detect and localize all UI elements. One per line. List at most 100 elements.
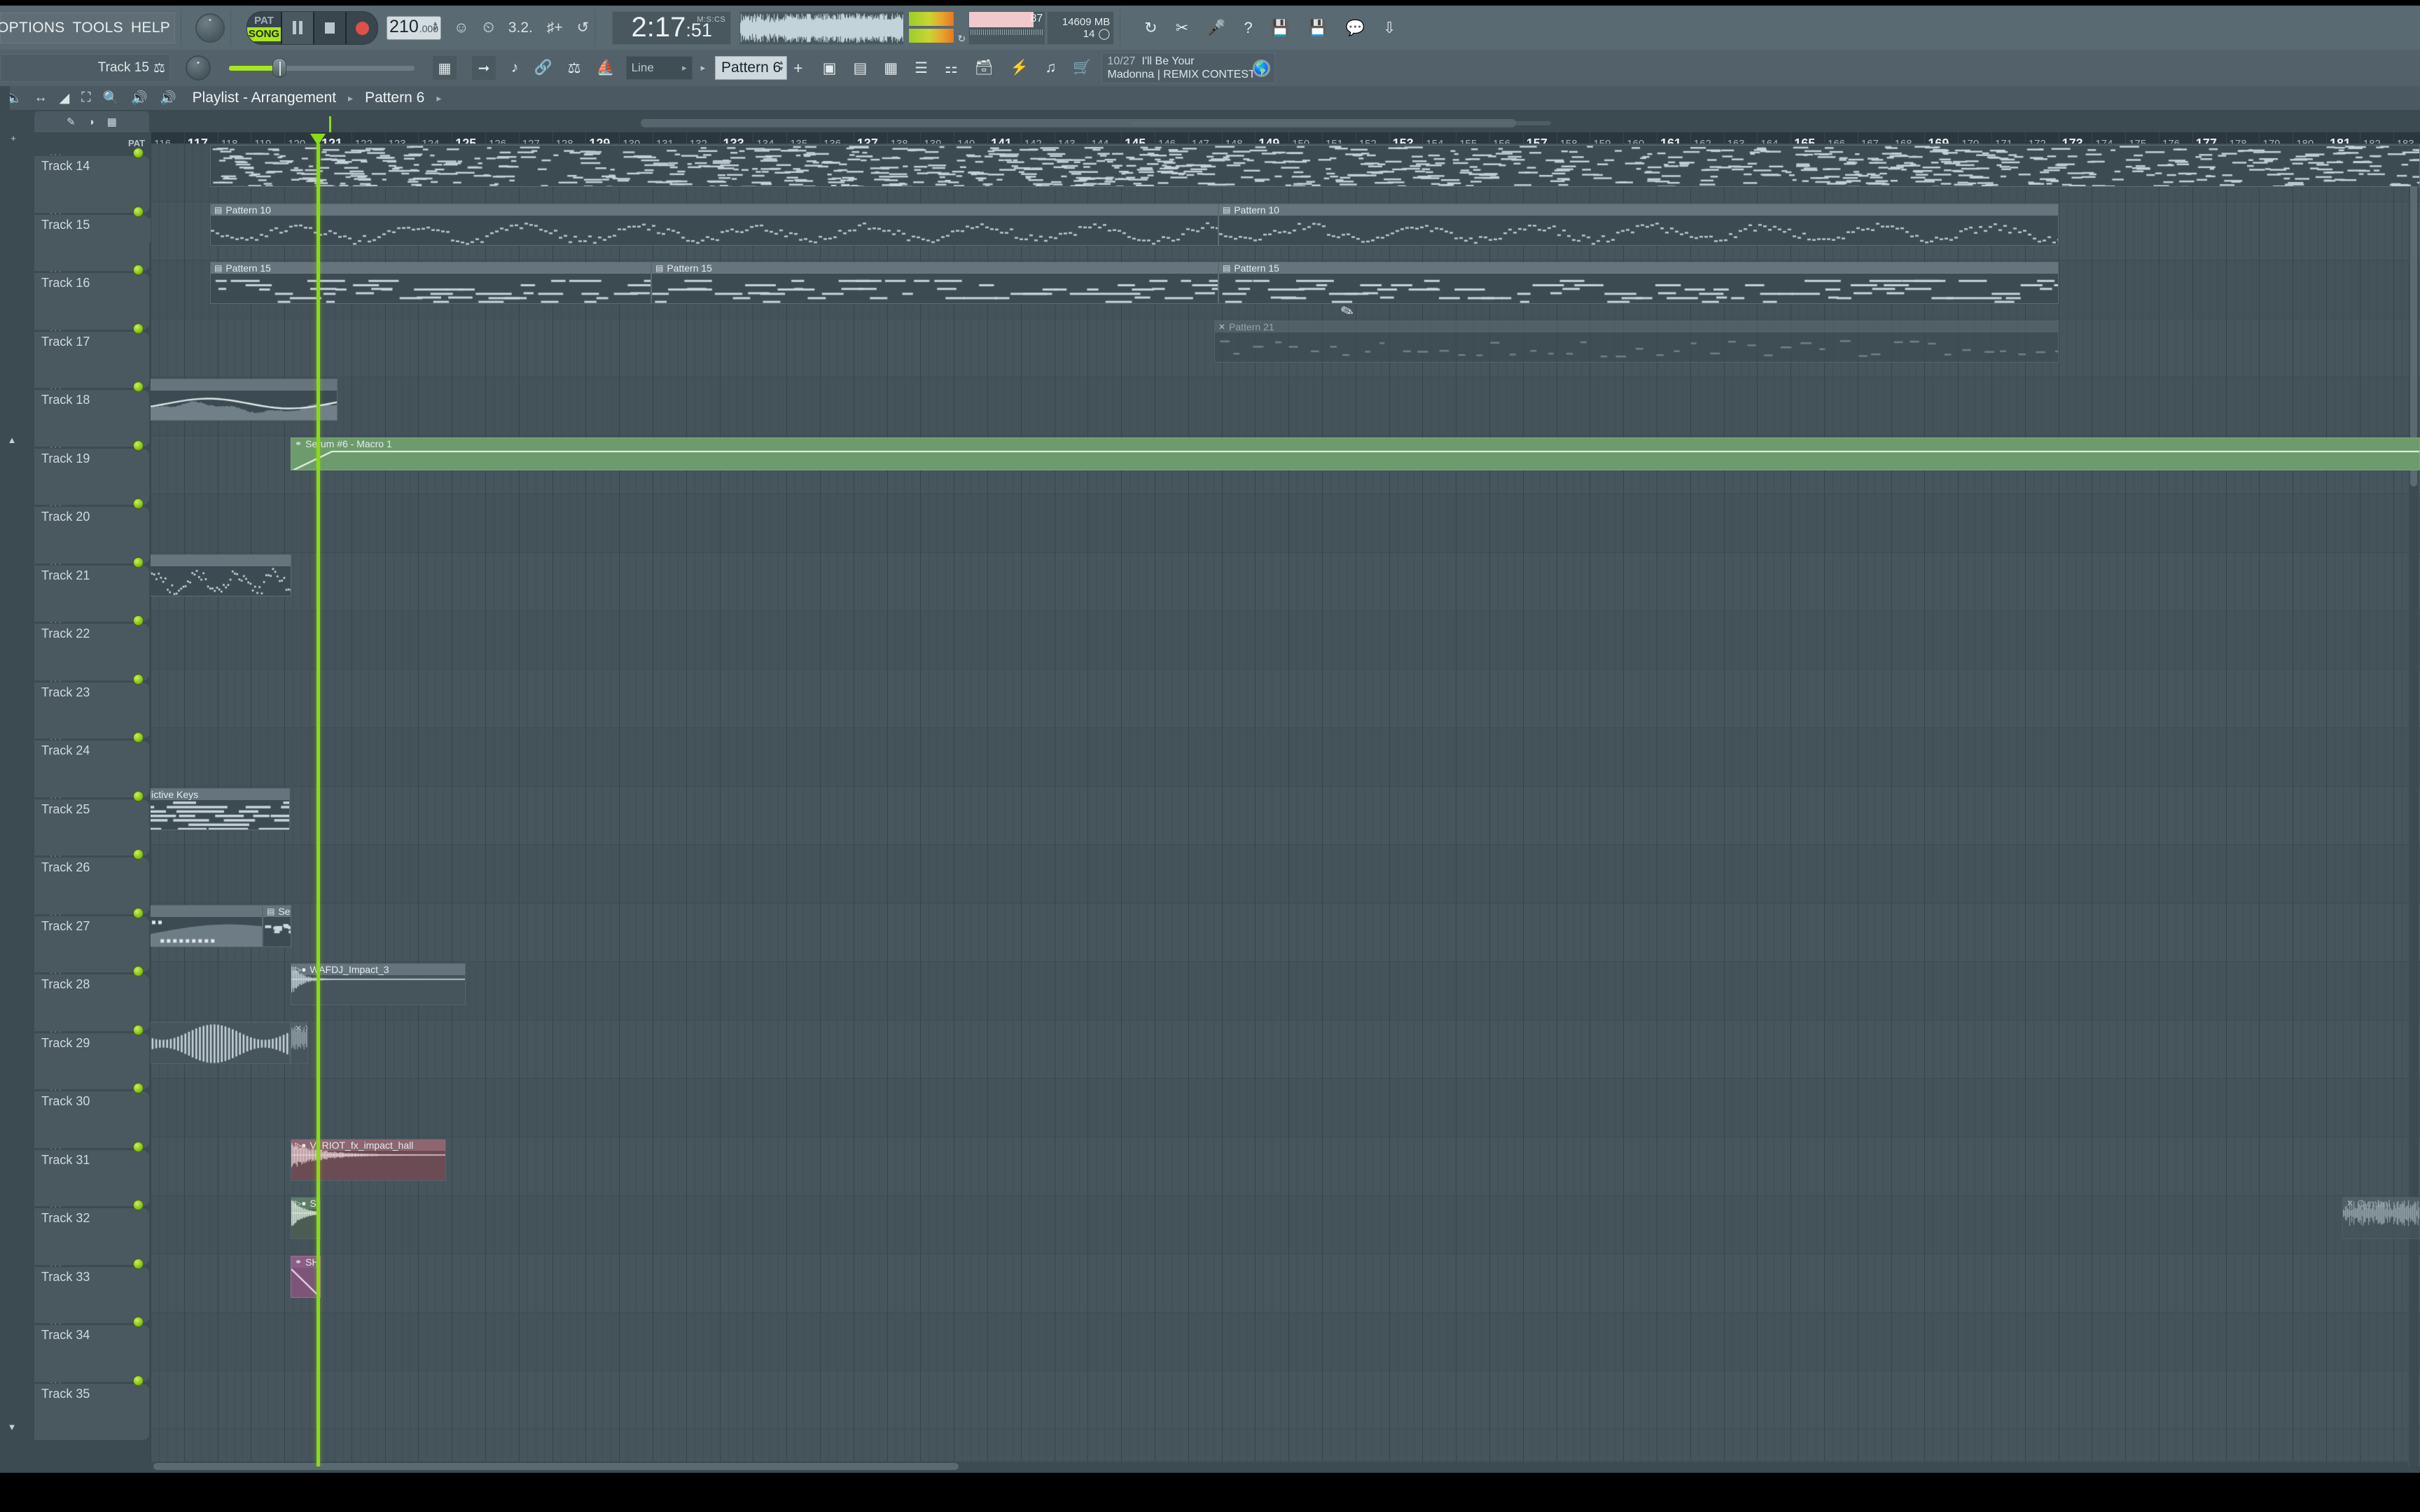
clip[interactable]: ▤ Pattern 15 bbox=[210, 262, 651, 304]
track-name[interactable]: Track 23 bbox=[41, 685, 90, 700]
pat-mode-label[interactable]: PAT bbox=[247, 15, 281, 27]
clip[interactable]: ✕Cymbal bbox=[2342, 1197, 2420, 1239]
clip-body[interactable] bbox=[291, 1267, 320, 1297]
track-lane[interactable] bbox=[151, 962, 2420, 1020]
grid-icon[interactable]: ▦ bbox=[884, 59, 898, 77]
track-menu-icon[interactable]: ... bbox=[50, 205, 63, 217]
track-name[interactable]: Track 34 bbox=[41, 1328, 90, 1343]
track-name[interactable]: Track 25 bbox=[41, 802, 90, 817]
track-enable-led[interactable] bbox=[133, 1317, 144, 1327]
track-lane[interactable] bbox=[151, 611, 2420, 669]
tempo-integer[interactable]: 210 bbox=[389, 17, 419, 37]
track-lane[interactable] bbox=[151, 1020, 2420, 1078]
sampler-icon[interactable]: ♫ bbox=[1045, 59, 1057, 76]
time-display-panel[interactable]: 2:17:51 M:S:CS bbox=[612, 10, 732, 45]
track-lane[interactable] bbox=[151, 1137, 2420, 1195]
horizontal-scrollbar-thumb[interactable] bbox=[153, 1463, 959, 1470]
pattern-spinner-icon[interactable]: ▲ ▼ bbox=[778, 59, 784, 72]
clip[interactable]: ▤ Pattern 15 bbox=[1218, 262, 2059, 304]
track-enable-led[interactable] bbox=[133, 148, 144, 158]
master-volume-slider[interactable] bbox=[229, 55, 415, 80]
clip[interactable]: ▤Pattern 7 bbox=[151, 904, 263, 947]
clip-body[interactable] bbox=[151, 799, 289, 830]
track-lane[interactable] bbox=[151, 845, 2420, 903]
metronome-icon[interactable]: ☺ bbox=[454, 20, 468, 36]
track-name[interactable]: Track 24 bbox=[41, 743, 90, 758]
track-enable-led[interactable] bbox=[133, 907, 144, 918]
plugin-icon[interactable]: ⚡ bbox=[1010, 59, 1028, 76]
chevron-right-icon[interactable]: ▸ bbox=[701, 62, 706, 74]
track-enable-led[interactable] bbox=[133, 673, 144, 685]
menu-item-options[interactable]: OPTIONS bbox=[0, 20, 65, 36]
track-menu-icon[interactable]: ... bbox=[50, 790, 63, 802]
project-info-panel[interactable]: 10/27 I'll Be Your Madonna | REMIX CONTE… bbox=[1101, 52, 1275, 83]
count-in-icon[interactable]: 3.2. bbox=[508, 20, 533, 36]
track-enable-led[interactable] bbox=[133, 1024, 144, 1035]
arrangement-grid[interactable]: ▤ Pattern 10 ▤ Pattern 10 ▤ Pattern 15 ▤ Patter… bbox=[151, 144, 2420, 1466]
volume-icon[interactable]: 🔊 bbox=[131, 90, 148, 106]
track-menu-icon[interactable]: ... bbox=[50, 556, 63, 568]
track-menu-icon[interactable]: ... bbox=[50, 848, 63, 860]
track-menu-icon[interactable]: ... bbox=[50, 614, 63, 626]
clip[interactable]: ▤ Pattern 10 bbox=[1218, 203, 2059, 246]
playhead[interactable] bbox=[317, 144, 320, 1466]
track-menu-icon[interactable]: ... bbox=[50, 1198, 63, 1210]
paint-icon[interactable]: ◑ bbox=[88, 116, 95, 128]
arrow-right-icon[interactable]: ➞ bbox=[472, 56, 496, 80]
clip[interactable]: ✕ Pattern 21 bbox=[1214, 320, 2059, 363]
clip-body[interactable] bbox=[151, 391, 337, 420]
track-menu-icon[interactable]: ... bbox=[50, 1082, 63, 1093]
clip[interactable]: ✕VE..2 bbox=[291, 1021, 308, 1064]
track-lane[interactable] bbox=[151, 1196, 2420, 1254]
track-name[interactable]: Track 21 bbox=[41, 568, 90, 583]
comment-icon[interactable]: 💬 bbox=[1346, 19, 1365, 37]
track-name[interactable]: Track 28 bbox=[41, 977, 90, 992]
pattern-picker-icon[interactable]: ▤ bbox=[853, 59, 867, 77]
track-lane[interactable] bbox=[151, 903, 2420, 961]
master-pitch-knob[interactable] bbox=[195, 13, 225, 43]
playlist-icon[interactable]: ▣ bbox=[823, 59, 837, 77]
speaker-active-icon[interactable]: 🔊 bbox=[160, 90, 176, 106]
save-icon[interactable]: 💾 bbox=[1271, 19, 1290, 37]
magnet-icon[interactable]: ⛵ bbox=[596, 59, 614, 76]
track-enable-led[interactable] bbox=[133, 1375, 144, 1386]
clip-header[interactable]: ▤Pattern 7 bbox=[151, 905, 262, 917]
horizontal-scrollbar[interactable] bbox=[34, 1462, 2408, 1471]
track-lane[interactable] bbox=[151, 1371, 2420, 1429]
track-lane[interactable] bbox=[151, 1254, 2420, 1312]
song-mode-label[interactable]: SONG bbox=[247, 27, 281, 41]
track-name[interactable]: Track 15 bbox=[41, 218, 90, 232]
clip-body[interactable] bbox=[652, 274, 1218, 303]
track-menu-icon[interactable]: ... bbox=[50, 146, 63, 158]
collapse-tracks-icon[interactable]: ▲ bbox=[4, 432, 20, 447]
snap-selector[interactable]: Line ▸ bbox=[625, 56, 693, 80]
menu-item-tools[interactable]: TOOLS bbox=[73, 20, 123, 36]
track-enable-led[interactable] bbox=[133, 498, 144, 509]
track-menu-icon[interactable]: ... bbox=[50, 1023, 63, 1035]
clip-body[interactable] bbox=[151, 566, 291, 596]
step-edit-icon[interactable]: ↺ bbox=[577, 19, 590, 36]
clip-body[interactable] bbox=[1219, 215, 2058, 245]
track-name[interactable]: Track 35 bbox=[41, 1387, 90, 1401]
track-lane[interactable] bbox=[151, 1079, 2420, 1137]
track-name[interactable]: Track 17 bbox=[41, 335, 90, 349]
track-lane[interactable] bbox=[151, 1312, 2420, 1371]
vertical-scrollbar[interactable] bbox=[2409, 144, 2419, 1466]
mixer-icon[interactable]: ⚏ bbox=[945, 59, 958, 77]
clip-header[interactable]: ⚭SHRU_..tch bbox=[291, 1256, 320, 1268]
clip-header[interactable]: ⚭ Serum #6 - Macro 1 bbox=[291, 438, 2419, 449]
piano-roll-icon[interactable]: ▦ bbox=[433, 56, 457, 80]
clip[interactable]: ▤ Pattern 15 bbox=[651, 262, 1218, 304]
tempo-spinner-icon[interactable]: ▲ ▼ bbox=[432, 20, 438, 31]
globe-icon[interactable]: 🌎 bbox=[1252, 59, 1270, 77]
clip-header[interactable]: ▤ Pattern 15 bbox=[1219, 262, 2058, 274]
track-name[interactable]: Track 27 bbox=[41, 919, 90, 934]
hint-knob[interactable] bbox=[186, 55, 211, 80]
undo-icon[interactable]: ↻ bbox=[1144, 19, 1157, 37]
track-menu-icon[interactable]: ... bbox=[50, 673, 63, 685]
download-icon[interactable]: ⇩ bbox=[1383, 19, 1396, 37]
add-pattern-button[interactable]: + bbox=[793, 59, 802, 78]
track-enable-led[interactable] bbox=[133, 440, 144, 451]
track-enable-led[interactable] bbox=[133, 1258, 144, 1269]
slider-handle[interactable] bbox=[272, 58, 286, 78]
